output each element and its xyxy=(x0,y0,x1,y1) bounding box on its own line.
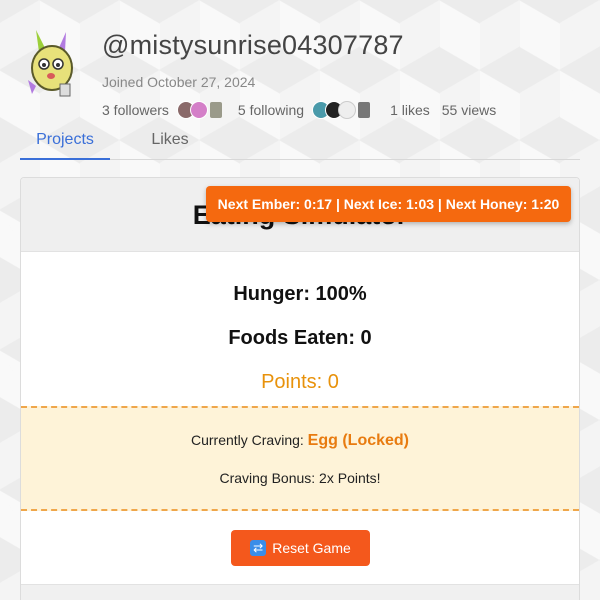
avatar-character-icon xyxy=(28,30,73,97)
card-footer xyxy=(21,584,579,600)
card-header: Eating Simulator Next Ember: 0:17 | Next… xyxy=(21,178,579,252)
craving-bonus: Craving Bonus: 2x Points! xyxy=(219,470,381,486)
hunger-stat: Hunger: 100% xyxy=(233,283,367,305)
reset-game-button[interactable]: ⇄ Reset Game xyxy=(231,530,370,566)
profile-username: @mistysunrise04307787 xyxy=(102,30,404,60)
following-count[interactable]: 5 following xyxy=(238,102,304,118)
craving-box: Currently Craving: Egg (Locked) Craving … xyxy=(21,406,579,511)
following-avatar[interactable] xyxy=(358,102,371,118)
followers-count[interactable]: 3 followers xyxy=(102,102,169,118)
craving-item: Egg (Locked) xyxy=(307,432,410,449)
following-avatar[interactable] xyxy=(338,101,357,119)
profile-joined-date: Joined October 27, 2024 xyxy=(102,74,256,90)
foods-eaten-stat: Foods Eaten: 0 xyxy=(228,327,372,349)
project-card: Eating Simulator Next Ember: 0:17 | Next… xyxy=(20,177,580,600)
points-stat: Points: 0 xyxy=(261,371,339,393)
follower-avatar[interactable] xyxy=(209,102,222,118)
views-count: 55 views xyxy=(441,102,497,118)
following-avatars[interactable] xyxy=(312,101,371,119)
follower-avatars[interactable] xyxy=(176,101,222,119)
tab-projects[interactable]: Projects xyxy=(20,124,110,160)
craving-line: Currently Craving: Egg (Locked) xyxy=(21,432,579,450)
timer-banner: Next Ember: 0:17 | Next Ice: 1:03 | Next… xyxy=(206,186,571,222)
reset-arrows-icon: ⇄ xyxy=(250,540,267,556)
profile-tabs: Projects Likes xyxy=(20,124,580,160)
follower-avatar[interactable] xyxy=(189,101,208,119)
craving-label: Currently Craving: xyxy=(190,432,308,448)
profile-stats: 3 followers 5 following 1 likes 55 views xyxy=(102,99,504,121)
likes-count: 1 likes xyxy=(390,102,430,118)
tab-likes[interactable]: Likes xyxy=(110,124,230,160)
reset-button-label: Reset Game xyxy=(272,540,351,556)
avatar[interactable] xyxy=(22,28,86,100)
